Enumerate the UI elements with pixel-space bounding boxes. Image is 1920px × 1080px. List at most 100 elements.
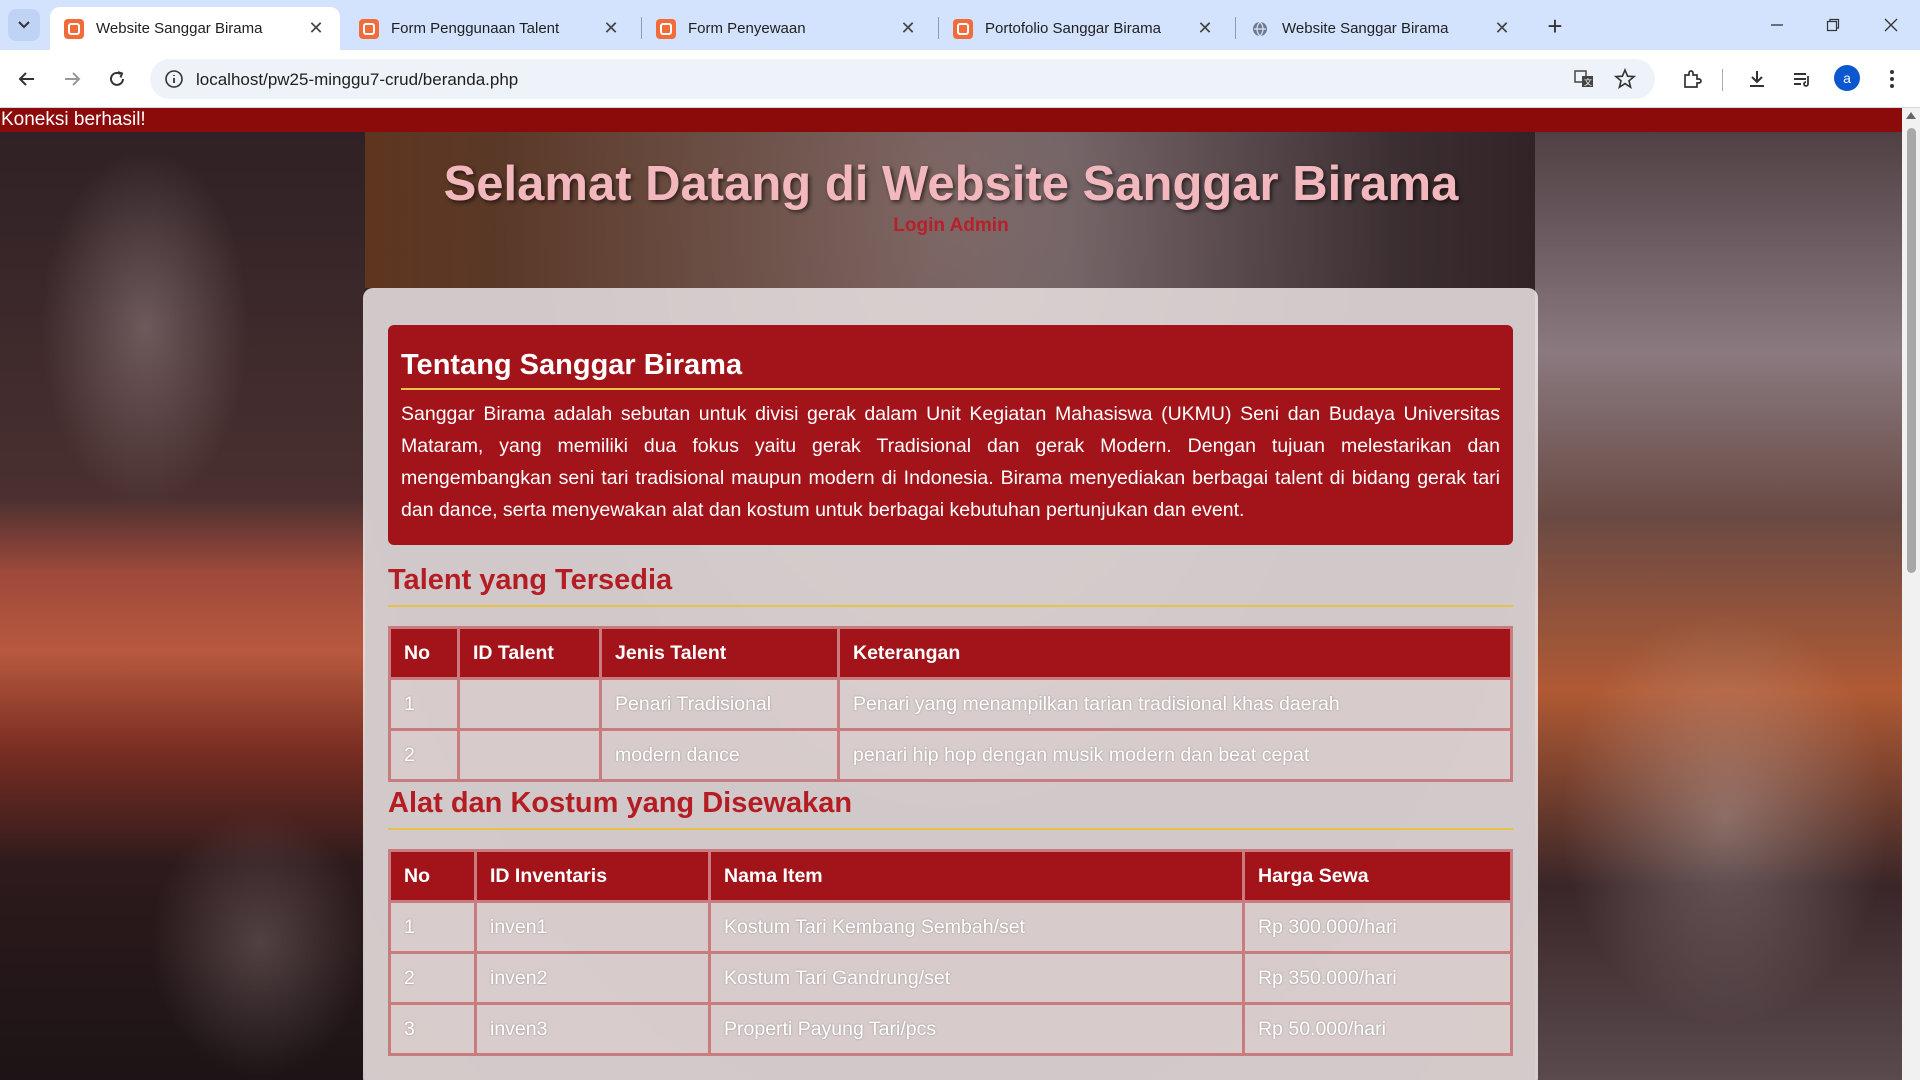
column-header: Nama Item — [708, 849, 1245, 903]
tab-website-sanggar-birama-2[interactable]: Website Sanggar Birama ✕ — [1236, 7, 1526, 50]
reload-icon — [110, 71, 124, 86]
table-cell: inven3 — [474, 1002, 711, 1056]
talent-table: No ID Talent Jenis Talent Keterangan 1 P… — [388, 626, 1513, 782]
tab-search-button[interactable] — [8, 9, 40, 41]
puzzle-icon — [1684, 70, 1702, 88]
tab-title: Portofolio Sanggar Birama — [985, 20, 1161, 37]
table-cell: Penari Tradisional — [599, 677, 840, 731]
inventaris-table: No ID Inventaris Nama Item Harga Sewa 1 … — [388, 849, 1513, 1056]
downloads-button[interactable] — [1740, 62, 1774, 96]
column-header: No — [388, 849, 477, 903]
media-control-button[interactable] — [1785, 62, 1819, 96]
table-cell — [457, 677, 602, 731]
table-cell: inven1 — [474, 900, 711, 954]
xampp-icon — [953, 18, 973, 39]
tab-form-penyewaan[interactable]: Form Penyewaan ✕ — [642, 7, 932, 50]
table-cell: Properti Payung Tari/pcs — [708, 1002, 1245, 1056]
browser-menu-button[interactable] — [1875, 62, 1909, 96]
table-cell: 1 — [388, 677, 460, 731]
chevron-down-icon — [18, 21, 30, 29]
close-icon[interactable]: ✕ — [306, 18, 326, 39]
xampp-icon — [359, 18, 379, 39]
tab-title: Website Sanggar Birama — [1282, 20, 1449, 37]
connection-status-message: Koneksi berhasil! — [0, 108, 1902, 132]
talent-section-heading: Talent yang Tersedia — [388, 564, 1513, 607]
browser-toolbar: localhost/pw25-minggu7-crud/beranda.php … — [0, 50, 1920, 108]
minimize-button[interactable] — [1754, 10, 1800, 40]
toolbar-divider — [1722, 69, 1723, 91]
table-cell: Kostum Tari Kembang Sembah/set — [708, 900, 1245, 954]
table-cell: Kostum Tari Gandrung/set — [708, 951, 1245, 1005]
column-header: ID Talent — [457, 626, 602, 680]
translate-icon[interactable]: 文 — [1573, 68, 1595, 90]
table-header-row: No ID Talent Jenis Talent Keterangan — [388, 626, 1513, 680]
download-icon — [1750, 71, 1764, 87]
tab-portofolio-sanggar-birama[interactable]: Portofolio Sanggar Birama ✕ — [939, 7, 1229, 50]
table-header-row: No ID Inventaris Nama Item Harga Sewa — [388, 849, 1513, 903]
table-row: 1 Penari Tradisional Penari yang menampi… — [388, 677, 1513, 731]
close-icon — [1884, 18, 1898, 32]
new-tab-button[interactable]: + — [1541, 11, 1569, 41]
close-icon[interactable]: ✕ — [898, 18, 918, 39]
column-header: Keterangan — [837, 626, 1513, 680]
svg-text:文: 文 — [1584, 77, 1592, 87]
table-cell: Rp 350.000/hari — [1242, 951, 1513, 1005]
login-admin-link[interactable]: Login Admin — [0, 215, 1902, 237]
background-figure — [1560, 608, 1890, 1028]
back-button[interactable] — [10, 62, 44, 96]
table-cell: Rp 300.000/hari — [1242, 900, 1513, 954]
table-cell — [457, 728, 602, 782]
browser-tab-bar: Website Sanggar Birama ✕ Form Penggunaan… — [0, 0, 1920, 50]
arrow-left-icon — [18, 72, 34, 86]
playlist-icon — [1794, 73, 1809, 87]
tab-title: Form Penyewaan — [688, 20, 806, 37]
table-cell: Rp 50.000/hari — [1242, 1002, 1513, 1056]
close-icon[interactable]: ✕ — [1195, 18, 1215, 39]
close-window-button[interactable] — [1868, 10, 1914, 40]
forward-button[interactable] — [55, 62, 89, 96]
close-icon[interactable]: ✕ — [601, 18, 621, 39]
table-cell: 3 — [388, 1002, 477, 1056]
table-row: 3 inven3 Properti Payung Tari/pcs Rp 50.… — [388, 1002, 1513, 1056]
background-figure — [150, 808, 370, 1078]
site-info-icon[interactable] — [164, 69, 184, 89]
column-header: Jenis Talent — [599, 626, 840, 680]
url-text: localhost/pw25-minggu7-crud/beranda.php — [196, 70, 519, 89]
table-cell: modern dance — [599, 728, 840, 782]
scrollbar-thumb[interactable] — [1907, 128, 1916, 573]
column-header: No — [388, 626, 460, 680]
about-section: Tentang Sanggar Birama Sanggar Birama ad… — [388, 325, 1513, 545]
restore-button[interactable] — [1810, 10, 1856, 40]
extensions-button[interactable] — [1675, 62, 1709, 96]
table-cell: inven2 — [474, 951, 711, 1005]
table-cell: 1 — [388, 900, 477, 954]
about-text: Sanggar Birama adalah sebutan untuk divi… — [401, 403, 1500, 521]
column-header: ID Inventaris — [474, 849, 711, 903]
close-icon[interactable]: ✕ — [1492, 18, 1512, 39]
tab-form-penggunaan-talent[interactable]: Form Penggunaan Talent ✕ — [345, 7, 635, 50]
more-vert-icon — [1890, 70, 1894, 88]
tab-title: Website Sanggar Birama — [96, 20, 263, 37]
inventaris-section-heading: Alat dan Kostum yang Disewakan — [388, 787, 1513, 830]
column-header: Harga Sewa — [1242, 849, 1513, 903]
page-title: Selamat Datang di Website Sanggar Birama — [443, 157, 1459, 211]
xampp-icon — [656, 18, 676, 39]
xampp-icon — [64, 18, 84, 39]
profile-avatar[interactable]: a — [1834, 65, 1860, 91]
address-bar[interactable]: localhost/pw25-minggu7-crud/beranda.php … — [150, 59, 1655, 99]
minimize-icon — [1771, 24, 1783, 26]
scroll-up-arrow-icon[interactable] — [1906, 112, 1916, 119]
reload-button[interactable] — [100, 62, 134, 96]
table-row: 1 inven1 Kostum Tari Kembang Sembah/set … — [388, 900, 1513, 954]
globe-icon — [1250, 19, 1270, 39]
page-scrollbar[interactable] — [1902, 108, 1920, 1080]
about-heading: Tentang Sanggar Birama — [401, 349, 1500, 390]
main-content-container: Tentang Sanggar Birama Sanggar Birama ad… — [363, 288, 1538, 1080]
restore-icon — [1826, 18, 1840, 32]
table-row: 2 inven2 Kostum Tari Gandrung/set Rp 350… — [388, 951, 1513, 1005]
table-cell: 2 — [388, 951, 477, 1005]
tab-title: Form Penggunaan Talent — [391, 20, 560, 37]
tab-website-sanggar-birama[interactable]: Website Sanggar Birama ✕ — [50, 7, 340, 50]
table-row: 2 modern dance penari hip hop dengan mus… — [388, 728, 1513, 782]
bookmark-star-icon[interactable] — [1614, 68, 1636, 90]
